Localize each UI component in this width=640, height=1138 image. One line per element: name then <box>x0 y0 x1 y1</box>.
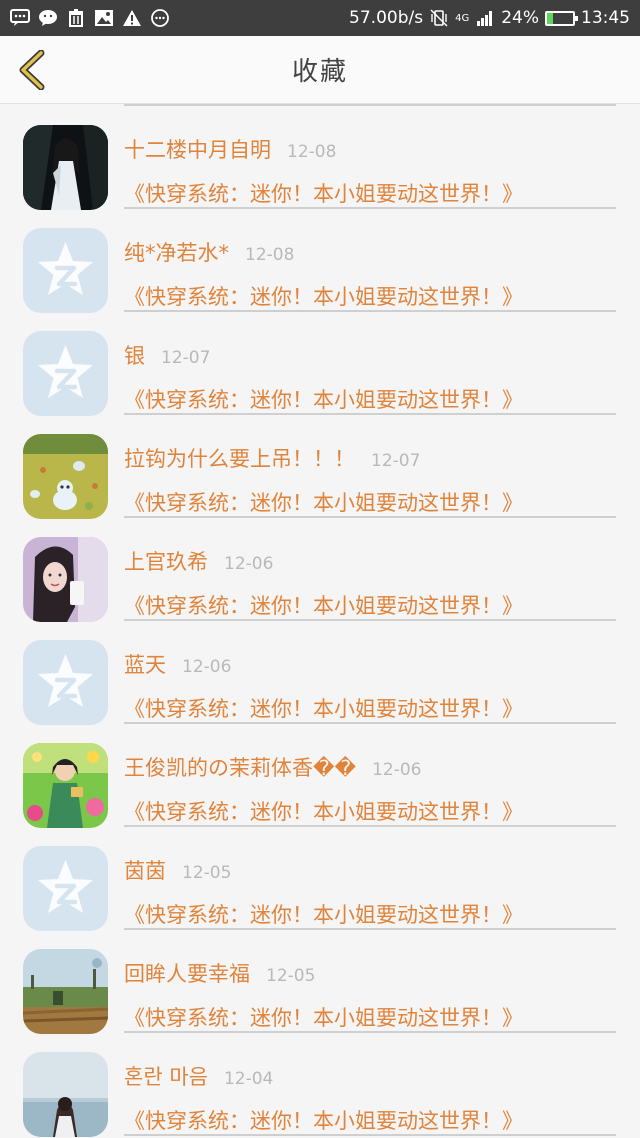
date: 12-07 <box>161 348 211 368</box>
date: 12-06 <box>372 760 422 780</box>
favorite-content: 上官玖希 12-06 《快穿系统：迷你！本小姐要动这世界！》 <box>124 518 616 621</box>
user-line: 혼란 마음 12-04 <box>124 1061 273 1091</box>
favorite-row[interactable]: 茵茵 12-05 《快穿系统：迷你！本小姐要动这世界！》 <box>0 827 640 931</box>
date: 12-08 <box>245 245 295 265</box>
avatar[interactable] <box>23 1052 108 1137</box>
username[interactable]: 茵茵 <box>124 855 166 885</box>
user-line: 回眸人要幸福 12-05 <box>124 958 315 988</box>
book-title[interactable]: 《快穿系统：迷你！本小姐要动这世界！》 <box>124 384 523 414</box>
warning-icon <box>122 9 142 27</box>
favorite-content: 拉钩为什么要上吊！！！ 12-07 《快穿系统：迷你！本小姐要动这世界！》 <box>124 415 616 518</box>
favorite-content: 纯*净若水* 12-08 《快穿系统：迷你！本小姐要动这世界！》 <box>124 209 616 312</box>
favorite-row[interactable]: 蓝天 12-06 《快穿系统：迷你！本小姐要动这世界！》 <box>0 621 640 725</box>
favorite-row[interactable]: 王俊凯的の茉莉体香�� 12-06 《快穿系统：迷你！本小姐要动这世界！》 <box>0 724 640 828</box>
avatar[interactable] <box>23 434 108 519</box>
notification-icons <box>10 9 170 27</box>
favorite-row[interactable]: 十二楼中月自明 12-08 《快穿系统：迷你！本小姐要动这世界！》 <box>0 106 640 210</box>
favorite-content: 王俊凯的の茉莉体香�� 12-06 《快穿系统：迷你！本小姐要动这世界！》 <box>124 724 616 827</box>
favorite-content: 回眸人要幸福 12-05 《快穿系统：迷你！本小姐要动这世界！》 <box>124 930 616 1033</box>
signal-icon <box>475 9 495 27</box>
username[interactable]: 银 <box>124 340 145 370</box>
book-title[interactable]: 《快穿系统：迷你！本小姐要动这世界！》 <box>124 178 523 208</box>
date: 12-08 <box>287 142 337 162</box>
favorite-row[interactable]: 혼란 마음 12-04 《快穿系统：迷你！本小姐要动这世界！》 <box>0 1033 640 1137</box>
avatar[interactable] <box>23 949 108 1034</box>
avatar[interactable] <box>23 846 108 931</box>
book-title[interactable]: 《快穿系统：迷你！本小姐要动这世界！》 <box>124 899 523 929</box>
battery-icon <box>545 10 578 26</box>
favorite-row[interactable]: 纯*净若水* 12-08 《快穿系统：迷你！本小姐要动这世界！》 <box>0 209 640 313</box>
favorite-row[interactable]: 银 12-07 《快穿系统：迷你！本小姐要动这世界！》 <box>0 312 640 416</box>
book-title[interactable]: 《快穿系统：迷你！本小姐要动这世界！》 <box>124 590 523 620</box>
favorite-content: 茵茵 12-05 《快穿系统：迷你！本小姐要动这世界！》 <box>124 827 616 930</box>
avatar[interactable] <box>23 537 108 622</box>
favorite-content: 蓝天 12-06 《快穿系统：迷你！本小姐要动这世界！》 <box>124 621 616 724</box>
username[interactable]: 纯*净若水* <box>124 237 229 267</box>
trash-icon <box>66 9 86 27</box>
book-title[interactable]: 《快穿系统：迷你！本小姐要动这世界！》 <box>124 796 523 826</box>
network-speed: 57.00b/s <box>349 8 424 28</box>
favorite-row[interactable]: 拉钩为什么要上吊！！！ 12-07 《快穿系统：迷你！本小姐要动这世界！》 <box>0 415 640 519</box>
clock: 13:45 <box>581 8 630 28</box>
status-right: 57.00b/s 4G 24% 13:45 <box>349 8 630 28</box>
chevron-left-icon <box>19 50 45 90</box>
username[interactable]: 上官玖希 <box>124 546 208 576</box>
username[interactable]: 蓝天 <box>124 649 166 679</box>
username[interactable]: 혼란 마음 <box>124 1061 208 1091</box>
username[interactable]: 拉钩为什么要上吊！！！ <box>124 443 355 473</box>
book-title[interactable]: 《快穿系统：迷你！本小姐要动这世界！》 <box>124 693 523 723</box>
favorites-list: 十二楼中月自明 12-08 《快穿系统：迷你！本小姐要动这世界！》 纯*净若水*… <box>0 104 640 1138</box>
favorite-content: 十二楼中月自明 12-08 《快穿系统：迷你！本小姐要动这世界！》 <box>124 106 616 209</box>
date: 12-07 <box>371 451 421 471</box>
date: 12-06 <box>182 657 232 677</box>
date: 12-05 <box>182 863 232 883</box>
user-line: 银 12-07 <box>124 340 210 370</box>
page-title: 收藏 <box>291 57 348 87</box>
user-line: 拉钩为什么要上吊！！！ 12-07 <box>124 443 420 473</box>
network-type: 4G <box>455 12 470 24</box>
book-title[interactable]: 《快穿系统：迷你！本小姐要动这世界！》 <box>124 1002 523 1032</box>
battery-percent: 24% <box>501 8 539 28</box>
wechat-icon <box>38 9 58 27</box>
favorite-row[interactable]: 上官玖希 12-06 《快穿系统：迷你！本小姐要动这世界！》 <box>0 518 640 622</box>
user-line: 蓝天 12-06 <box>124 649 231 679</box>
user-line: 茵茵 12-05 <box>124 855 231 885</box>
book-title[interactable]: 《快穿系统：迷你！本小姐要动这世界！》 <box>124 281 523 311</box>
avatar[interactable] <box>23 228 108 313</box>
more-icon <box>150 9 170 27</box>
date: 12-05 <box>266 966 316 986</box>
favorite-row[interactable]: 回眸人要幸福 12-05 《快穿系统：迷你！本小姐要动这世界！》 <box>0 930 640 1034</box>
avatar[interactable] <box>23 331 108 416</box>
user-line: 王俊凯的の茉莉体香�� 12-06 <box>124 752 421 782</box>
avatar[interactable] <box>23 743 108 828</box>
image-icon <box>94 9 114 27</box>
book-title[interactable]: 《快穿系统：迷你！本小姐要动这世界！》 <box>124 1105 523 1135</box>
app-header: 收藏 <box>0 36 640 104</box>
user-line: 上官玖希 12-06 <box>124 546 273 576</box>
username[interactable]: 十二楼中月自明 <box>124 134 271 164</box>
date: 12-06 <box>224 554 274 574</box>
favorite-content: 银 12-07 《快穿系统：迷你！本小姐要动这世界！》 <box>124 312 616 415</box>
username[interactable]: 回眸人要幸福 <box>124 958 250 988</box>
user-line: 纯*净若水* 12-08 <box>124 237 294 267</box>
status-bar: 57.00b/s 4G 24% 13:45 <box>0 0 640 36</box>
back-button[interactable] <box>12 50 52 90</box>
vibrate-icon <box>429 9 449 27</box>
book-title[interactable]: 《快穿系统：迷你！本小姐要动这世界！》 <box>124 487 523 517</box>
favorite-content: 혼란 마음 12-04 《快穿系统：迷你！本小姐要动这世界！》 <box>124 1033 616 1136</box>
avatar[interactable] <box>23 640 108 725</box>
username[interactable]: 王俊凯的の茉莉体香�� <box>124 752 356 782</box>
user-line: 十二楼中月自明 12-08 <box>124 134 336 164</box>
message-icon <box>10 9 30 27</box>
avatar[interactable] <box>23 125 108 210</box>
date: 12-04 <box>223 1069 274 1089</box>
